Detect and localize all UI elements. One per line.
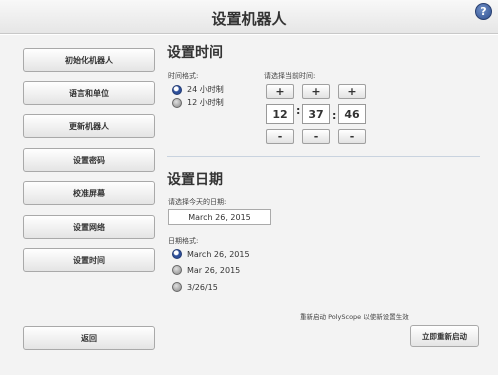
back-button[interactable]: 返回: [23, 326, 155, 350]
pick-date-label: 请选择今天的日期:: [168, 198, 227, 206]
date-format-long-label: March 26, 2015: [187, 249, 250, 259]
initialize-robot-button[interactable]: 初始化机器人: [23, 48, 155, 72]
radio-unselected-icon[interactable]: [172, 265, 182, 275]
update-robot-button[interactable]: 更新机器人: [23, 114, 155, 138]
set-time-button[interactable]: 设置时间: [23, 248, 155, 272]
time-format-24h-option[interactable]: 24 小时制: [172, 84, 224, 95]
time-separator: :: [332, 109, 337, 122]
minute-increment-button[interactable]: +: [302, 84, 330, 99]
minute-decrement-button[interactable]: -: [302, 129, 330, 144]
hour-decrement-button[interactable]: -: [266, 129, 294, 144]
radio-selected-icon[interactable]: [172, 249, 182, 259]
hour-increment-button[interactable]: +: [266, 84, 294, 99]
radio-unselected-icon[interactable]: [172, 282, 182, 292]
calibrate-screen-button[interactable]: 校准屏幕: [23, 181, 155, 205]
date-format-medium-label: Mar 26, 2015: [187, 265, 241, 275]
radio-selected-icon[interactable]: [172, 84, 182, 95]
pick-time-label: 请选择当前时间:: [264, 72, 316, 80]
hour-field[interactable]: 12: [266, 104, 294, 124]
date-field[interactable]: March 26, 2015: [168, 209, 271, 225]
language-units-button[interactable]: 语言和单位: [23, 81, 155, 105]
time-section-title: 设置时间: [167, 45, 223, 61]
restart-now-button[interactable]: 立即重新启动: [410, 325, 479, 347]
date-format-short-option[interactable]: 3/26/15: [172, 282, 218, 292]
date-format-short-label: 3/26/15: [187, 282, 218, 292]
set-password-button[interactable]: 设置密码: [23, 148, 155, 172]
second-field[interactable]: 46: [338, 104, 366, 124]
time-format-24h-label: 24 小时制: [187, 85, 224, 94]
date-format-medium-option[interactable]: Mar 26, 2015: [172, 265, 240, 275]
minute-field[interactable]: 37: [302, 104, 330, 124]
second-increment-button[interactable]: +: [338, 84, 366, 99]
second-decrement-button[interactable]: -: [338, 129, 366, 144]
date-section-title: 设置日期: [167, 172, 223, 188]
time-format-12h-label: 12 小时制: [187, 98, 224, 107]
time-format-12h-option[interactable]: 12 小时制: [172, 97, 224, 108]
section-divider: [167, 156, 480, 157]
radio-unselected-icon[interactable]: [172, 97, 182, 108]
date-format-long-option[interactable]: March 26, 2015: [172, 249, 250, 259]
help-button[interactable]: ?: [475, 3, 492, 20]
time-separator: :: [296, 104, 301, 117]
setup-network-button[interactable]: 设置网络: [23, 215, 155, 239]
page-title: 设置机器人: [211, 10, 287, 28]
time-format-label: 时间格式:: [168, 72, 199, 80]
date-format-label: 日期格式:: [168, 237, 199, 245]
title-bar: 设置机器人 ?: [0, 0, 498, 34]
restart-note: 重新启动 PolyScope 以使新设置生效: [300, 313, 409, 321]
